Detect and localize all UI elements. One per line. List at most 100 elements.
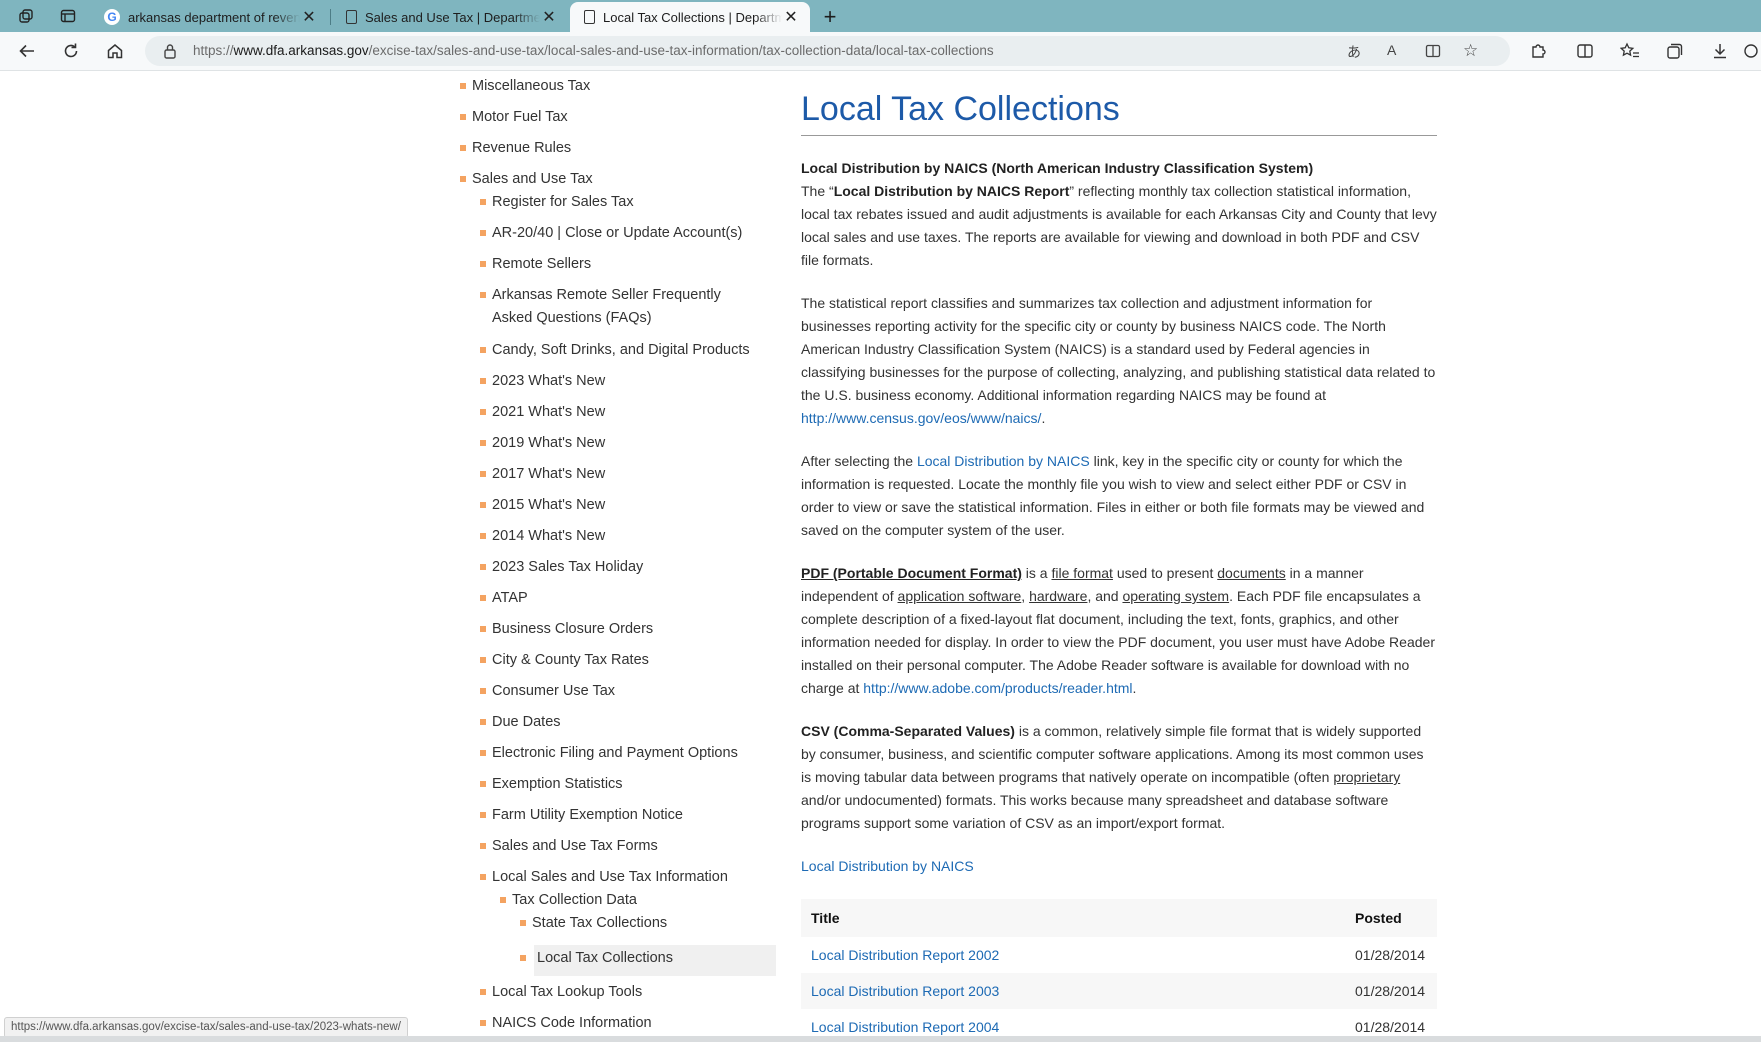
sidebar-item-naics-code-information[interactable]: NAICS Code Information (492, 1012, 652, 1035)
sidebar-item-label: Business Closure Orders (492, 621, 654, 637)
sidebar-item-label: 2021 What's New (492, 404, 606, 420)
nav-bullet (480, 843, 486, 849)
sidebar-item-miscellaneous-tax[interactable]: Miscellaneous Tax (472, 75, 590, 98)
window-bottom-edge (0, 1036, 1761, 1042)
sidebar-item-electronic-filing-and-payment-options[interactable]: Electronic Filing and Payment Options (492, 742, 738, 765)
sidebar-item-due-dates[interactable]: Due Dates (492, 711, 561, 734)
sidebar-item-sales-and-use-tax[interactable]: Sales and Use Tax (472, 168, 593, 191)
sidebar-item-local-tax-collections[interactable]: Local Tax Collections (537, 947, 673, 970)
split-screen-icon (1577, 44, 1593, 58)
sidebar-item-2023-what-s-new[interactable]: 2023 What's New (492, 370, 605, 393)
sidebar-item-label: Sales and Use Tax Forms (492, 838, 658, 854)
table-row: Local Distribution Report 2002 01/28/201… (801, 937, 1437, 973)
collections-button[interactable] (1660, 37, 1690, 65)
close-tab-icon[interactable]: ✕ (540, 7, 558, 27)
sidebar-item-consumer-use-tax[interactable]: Consumer Use Tax (492, 680, 615, 703)
sidebar-item-city-county-tax-rates[interactable]: City & County Tax Rates (492, 649, 649, 672)
back-button[interactable] (12, 37, 42, 65)
nav-bullet (480, 502, 486, 508)
table-row: Local Distribution Report 2003 01/28/201… (801, 973, 1437, 1009)
favorites-button[interactable] (1615, 37, 1645, 65)
sidebar-item-2019-what-s-new[interactable]: 2019 What's New (492, 432, 605, 455)
sidebar-item-2017-what-s-new[interactable]: 2017 What's New (492, 463, 605, 486)
page-title: Local Tax Collections (801, 90, 1120, 128)
sidebar-item-ar-20-40-close-or-update-account-s[interactable]: AR-20/40 | Close or Update Account(s) (492, 222, 742, 245)
downloads-button[interactable] (1705, 37, 1735, 65)
sidebar-item-2015-what-s-new[interactable]: 2015 What's New (492, 494, 605, 517)
nav-bullet (480, 626, 486, 632)
sidebar-item-tax-collection-data[interactable]: Tax Collection Data (512, 889, 637, 912)
url-text[interactable]: https://www.dfa.arkansas.gov/excise-tax/… (193, 43, 994, 58)
tab-search-results[interactable]: G arkansas department of revenue ✕ (90, 2, 328, 32)
sidebar-item-arkansas-remote-seller-frequently-asked-questions-faqs[interactable]: Arkansas Remote Seller Frequently Asked … (492, 284, 750, 330)
report-link[interactable]: Local Distribution Report 2003 (811, 983, 999, 999)
read-aloud-icon[interactable]: A (1387, 42, 1396, 58)
adobe-reader-link[interactable]: http://www.adobe.com/products/reader.htm… (863, 680, 1132, 696)
sidebar-item-label: Consumer Use Tax (492, 683, 616, 699)
copilot-button[interactable] (1740, 37, 1761, 65)
page-icon (346, 10, 357, 24)
tab-title: Sales and Use Tax | Department of (365, 9, 540, 25)
home-button[interactable] (100, 37, 130, 65)
tab-local-tax-collections[interactable]: Local Tax Collections | Department of ✕ (570, 2, 810, 32)
sidebar-item-label: 2019 What's New (492, 435, 606, 451)
workspaces-icon[interactable] (12, 4, 40, 28)
new-tab-button[interactable]: + (815, 3, 845, 31)
sidebar-item-atap[interactable]: ATAP (492, 587, 528, 610)
naics-inline-link[interactable]: Local Distribution by NAICS (917, 453, 1090, 469)
census-naics-link[interactable]: http://www.census.gov/eos/www/naics/ (801, 410, 1041, 426)
favorite-star-icon[interactable]: ☆ (1463, 41, 1478, 61)
report-link[interactable]: Local Distribution Report 2002 (811, 947, 999, 963)
sidebar-item-2021-what-s-new[interactable]: 2021 What's New (492, 401, 605, 424)
lock-icon[interactable] (163, 43, 177, 64)
sidebar-item-farm-utility-exemption-notice[interactable]: Farm Utility Exemption Notice (492, 804, 683, 827)
sidebar-item-sales-and-use-tax-forms[interactable]: Sales and Use Tax Forms (492, 835, 658, 858)
refresh-button[interactable] (56, 37, 86, 65)
tab-title: arkansas department of revenue (128, 9, 300, 25)
translate-icon[interactable]: あ (1347, 42, 1361, 62)
address-bar[interactable]: https://www.dfa.arkansas.gov/excise-tax/… (145, 36, 1510, 66)
sidebar-item-label: Farm Utility Exemption Notice (492, 807, 683, 823)
nav-bullet (480, 750, 486, 756)
sidebar-item-business-closure-orders[interactable]: Business Closure Orders (492, 618, 653, 641)
close-tab-icon[interactable]: ✕ (782, 7, 800, 27)
nav-bullet (480, 199, 486, 205)
google-icon: G (104, 9, 120, 25)
sidebar-item-exemption-statistics[interactable]: Exemption Statistics (492, 773, 623, 796)
sidebar-item-label: ATAP (492, 590, 528, 606)
nav-bullet (480, 533, 486, 539)
nav-bullet (520, 955, 526, 961)
sidebar-item-label: Candy, Soft Drinks, and Digital Products (492, 342, 750, 358)
report-title-cell: Local Distribution Report 2002 (801, 937, 1345, 973)
sidebar-item-motor-fuel-tax[interactable]: Motor Fuel Tax (472, 106, 568, 129)
nav-bullet (520, 920, 526, 926)
table-header-row: Title Posted (801, 899, 1437, 937)
split-screen-button[interactable] (1570, 37, 1600, 65)
sidebar-item-revenue-rules[interactable]: Revenue Rules (472, 137, 571, 160)
sidebar-item-local-sales-and-use-tax-information[interactable]: Local Sales and Use Tax Information (492, 866, 728, 889)
sidebar-item-local-tax-lookup-tools[interactable]: Local Tax Lookup Tools (492, 981, 642, 1004)
vertical-tabs-icon[interactable] (54, 4, 82, 28)
sidebar-item-candy-soft-drinks-and-digital-products[interactable]: Candy, Soft Drinks, and Digital Products (492, 339, 750, 362)
tab-sales-and-use-tax[interactable]: Sales and Use Tax | Department of ✕ (332, 2, 568, 32)
sidebar-item-state-tax-collections[interactable]: State Tax Collections (532, 912, 667, 935)
instructions-paragraph: After selecting the Local Distribution b… (801, 453, 1425, 538)
sidebar-item-2023-sales-tax-holiday[interactable]: 2023 Sales Tax Holiday (492, 556, 643, 579)
sidebar-item-label: Local Tax Lookup Tools (492, 984, 643, 1000)
intro-paragraph: The “Local Distribution by NAICS Report”… (801, 183, 1437, 268)
favorites-list-icon (1620, 42, 1639, 58)
sidebar-item-label: Due Dates (492, 714, 561, 730)
close-tab-icon[interactable]: ✕ (300, 7, 318, 27)
sidebar-item-register-for-sales-tax[interactable]: Register for Sales Tax (492, 191, 634, 214)
sidebar-item-2014-what-s-new[interactable]: 2014 What's New (492, 525, 605, 548)
refresh-icon (64, 43, 78, 58)
immersive-reader-icon[interactable] (1425, 43, 1441, 64)
nav-bullet (480, 595, 486, 601)
extensions-button[interactable] (1523, 37, 1553, 65)
local-distribution-naics-link[interactable]: Local Distribution by NAICS (801, 858, 974, 874)
home-icon (107, 44, 123, 59)
report-link[interactable]: Local Distribution Report 2004 (811, 1019, 999, 1035)
nav-bullet (480, 409, 486, 415)
csv-paragraph: CSV (Comma-Separated Values) is a common… (801, 723, 1424, 831)
sidebar-item-remote-sellers[interactable]: Remote Sellers (492, 253, 591, 276)
